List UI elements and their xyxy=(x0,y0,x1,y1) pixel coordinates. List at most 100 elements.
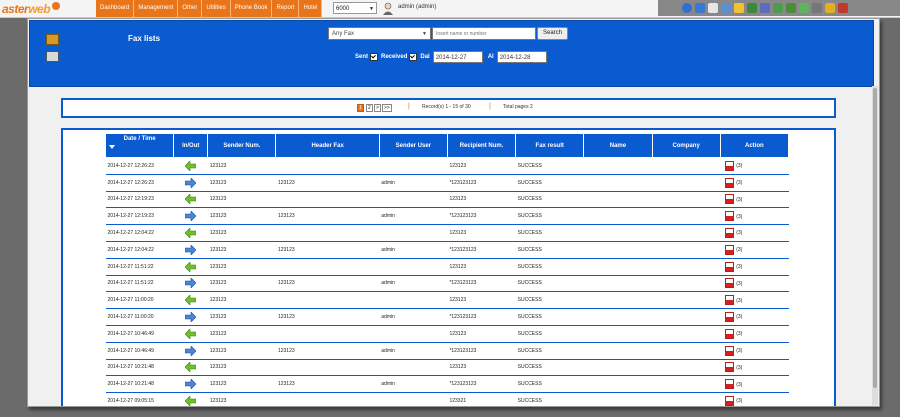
pdf-icon[interactable] xyxy=(725,312,735,323)
table-row[interactable]: 2014-12-27 12:26:23 123123 123123 SUCCESS (3… xyxy=(105,157,789,175)
menu-item-dashboard[interactable]: Dashboard xyxy=(96,0,135,17)
result-cell: SUCCESS xyxy=(515,308,584,326)
col-header-result[interactable]: Fax result xyxy=(515,133,585,158)
page-count: (3) xyxy=(736,364,743,371)
monitor-icon[interactable] xyxy=(721,3,731,13)
tools-icon[interactable] xyxy=(825,3,835,13)
menu-item-report[interactable]: Report xyxy=(272,0,300,17)
pdf-icon[interactable] xyxy=(725,295,735,306)
star-icon[interactable] xyxy=(734,3,744,13)
to-date-input[interactable]: 2014-12-28 xyxy=(496,51,547,63)
fax-table: Date / Time In/Out Sender Num. Header Fa… xyxy=(104,133,790,406)
call-icon[interactable] xyxy=(786,3,796,13)
table-row[interactable]: 2014-12-27 10:21:48 123123 123123 SUCCESS (3… xyxy=(105,359,789,377)
table-row[interactable]: 2014-12-27 11:51:22 123123 123123 admin *123… xyxy=(105,275,789,293)
name-cell xyxy=(583,191,653,209)
table-row[interactable]: 2014-12-27 12:04:22 123123 123123 SUCCESS (3… xyxy=(105,224,789,242)
page-1-button[interactable]: 1 xyxy=(357,104,364,112)
last-page-button[interactable]: >> xyxy=(382,104,392,112)
table-row[interactable]: 2014-12-27 10:46:49 123123 123123 admin *123… xyxy=(105,342,789,360)
scrollbar[interactable] xyxy=(872,86,878,405)
col-header-name[interactable]: Name xyxy=(583,133,653,158)
pdf-icon[interactable] xyxy=(725,194,735,205)
sender-cell: 123123 xyxy=(209,398,227,405)
name-cell xyxy=(583,258,653,276)
logout-icon[interactable] xyxy=(838,3,848,13)
sort-down-icon[interactable] xyxy=(109,145,115,149)
col-header-header-fax[interactable]: Header Fax xyxy=(275,133,380,158)
sent-checkbox[interactable] xyxy=(370,53,379,61)
call-forward-icon[interactable] xyxy=(773,3,783,13)
recipient-cell: *123123123 xyxy=(447,375,516,394)
table-row[interactable]: 2014-12-27 11:51:22 123123 123123 SUCCESS (3… xyxy=(105,258,789,276)
menu-item-management[interactable]: Management xyxy=(134,0,179,17)
direction-cell xyxy=(173,275,208,293)
next-page-button[interactable]: > xyxy=(374,104,381,112)
result-cell: SUCCESS xyxy=(515,258,584,276)
extension-select[interactable]: 6000 ▼ xyxy=(333,2,377,14)
app-logo[interactable]: aster web xyxy=(2,1,61,16)
pdf-icon[interactable] xyxy=(725,278,735,289)
col-header-company[interactable]: Company xyxy=(651,133,721,158)
pdf-icon[interactable] xyxy=(725,211,735,222)
fax-type-select[interactable]: Any Fax ▼ xyxy=(328,27,431,40)
pdf-icon[interactable] xyxy=(725,228,735,239)
search-input[interactable] xyxy=(432,27,536,40)
table-row[interactable]: 2014-12-27 10:21:48 123123 123123 admin *123… xyxy=(105,375,789,394)
main-menu: Dashboard Management Other Utilities Pho… xyxy=(96,0,323,17)
search-button[interactable]: Search xyxy=(537,27,568,40)
menu-item-other[interactable]: Other xyxy=(178,0,203,17)
pdf-icon[interactable] xyxy=(725,261,735,272)
company-cell xyxy=(652,207,721,226)
pdf-icon[interactable] xyxy=(725,396,735,406)
table-row[interactable]: 2014-12-27 09:05:15 123123 123321 SUCCESS (3… xyxy=(106,393,789,406)
table-row[interactable]: 2014-12-27 12:19:23 123123 123123 SUCCESS (3… xyxy=(105,191,789,209)
stop-icon[interactable] xyxy=(812,3,822,13)
menu-item-phone-book[interactable]: Phone Book xyxy=(230,0,273,17)
transfer-icon[interactable] xyxy=(760,3,770,13)
menu-item-hotel[interactable]: Hotel xyxy=(299,0,323,17)
page-2-button[interactable]: 2 xyxy=(366,104,373,112)
table-row[interactable]: 2014-12-27 11:00:20 123123 123123 admin *123… xyxy=(105,308,789,326)
received-checkbox[interactable] xyxy=(409,53,418,61)
pdf-icon[interactable] xyxy=(725,244,735,255)
info-icon[interactable] xyxy=(695,3,705,13)
table-row[interactable]: 2014-12-27 10:46:49 123123 123123 SUCCESS (3… xyxy=(105,325,789,343)
pdf-icon[interactable] xyxy=(725,160,735,171)
play-icon[interactable] xyxy=(799,3,809,13)
table-row[interactable]: 2014-12-27 12:26:23 123123 123123 admin *123… xyxy=(105,174,789,192)
date-cell: 2014-12-27 12:26:23 xyxy=(105,174,174,192)
to-date-label: Al xyxy=(487,54,494,60)
pdf-icon[interactable] xyxy=(725,362,735,373)
direction-cell xyxy=(173,241,208,259)
scrollbar-thumb[interactable] xyxy=(873,88,877,388)
col-header-sender-user[interactable]: Sender User xyxy=(378,133,448,158)
header-cell xyxy=(275,291,380,310)
pdf-icon[interactable] xyxy=(725,177,735,188)
user-cell: admin xyxy=(379,174,448,192)
col-header-action[interactable]: Action xyxy=(719,133,790,158)
user-label[interactable]: admin (admin) xyxy=(398,4,436,10)
table-row[interactable]: 2014-12-27 12:04:22 123123 123123 admin *123… xyxy=(105,241,789,259)
pdf-icon[interactable] xyxy=(725,379,735,390)
col-header-date[interactable]: Date / Time xyxy=(104,133,175,158)
date-cell: 2014-12-27 10:46:49 xyxy=(105,342,174,360)
pdf-icon[interactable] xyxy=(725,328,735,339)
from-date-input[interactable]: 2014-12-27 xyxy=(432,51,483,63)
help-icon[interactable] xyxy=(682,3,692,13)
menu-item-utilities[interactable]: Utilities xyxy=(202,0,231,17)
result-cell: SUCCESS xyxy=(515,291,584,310)
col-header-recipient[interactable]: Recipient Num. xyxy=(446,133,517,158)
table-row[interactable]: 2014-12-27 12:19:23 123123 123123 admin *123… xyxy=(105,207,789,226)
print-icon[interactable] xyxy=(46,51,59,62)
col-header-sender[interactable]: Sender Num. xyxy=(207,133,277,158)
table-row[interactable]: 2014-12-27 11:00:20 123123 123123 SUCCESS (3… xyxy=(105,291,789,310)
pdf-icon[interactable] xyxy=(725,345,735,356)
fax-icon[interactable] xyxy=(46,34,59,45)
outgoing-arrow-icon xyxy=(185,278,197,289)
clock-icon[interactable] xyxy=(708,3,718,13)
direction-cell xyxy=(174,393,208,406)
col-header-direction[interactable]: In/Out xyxy=(173,133,209,158)
phone-icon[interactable] xyxy=(747,3,757,13)
recipient-cell: 123123 xyxy=(447,291,516,310)
